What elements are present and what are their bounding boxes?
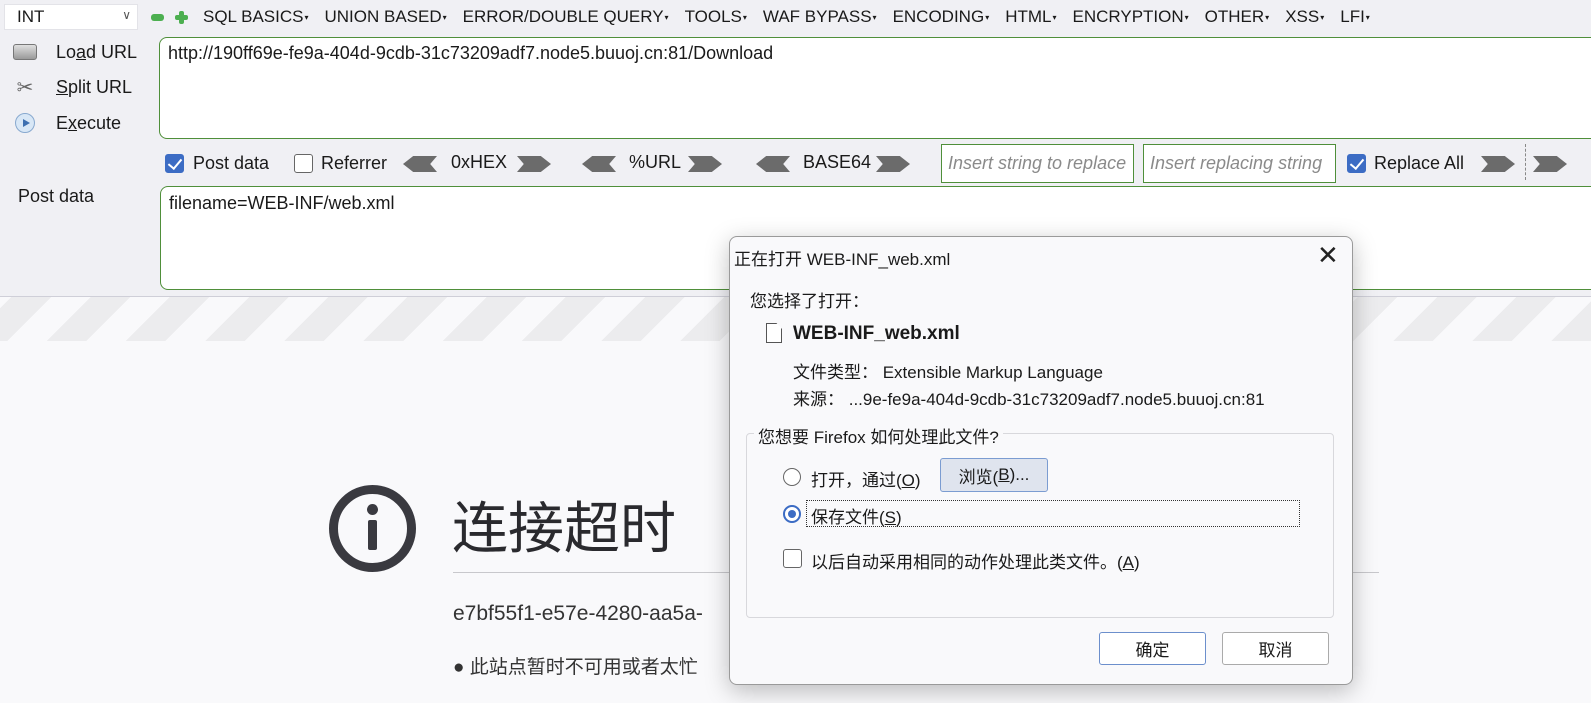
menu-waf-bypass[interactable]: WAF BYPASS▾ <box>763 7 877 27</box>
error-title: 连接超时 <box>452 497 676 560</box>
ok-button[interactable]: 确定 <box>1099 632 1206 665</box>
chevron-down-icon: ∨ <box>122 8 131 22</box>
load-url-icon <box>12 41 38 63</box>
base64-decode-arrow-icon[interactable] <box>756 156 790 172</box>
url-decode-arrow-icon[interactable] <box>582 156 616 172</box>
load-url-button[interactable]: Load URL <box>12 38 137 66</box>
hackbar-menubar: INT ∨ SQL BASICS▾ UNION BASED▾ ERROR/DOU… <box>0 0 1591 36</box>
replace-all-arrow-icon[interactable] <box>1533 156 1567 172</box>
post-data-checkbox[interactable] <box>165 154 184 173</box>
dialog-chose-label: 您选择了打开： <box>750 292 869 311</box>
base64-encode-arrow-icon[interactable] <box>876 156 910 172</box>
menu-encoding[interactable]: ENCODING▾ <box>893 7 990 27</box>
hex-encode-arrow-icon[interactable] <box>517 156 551 172</box>
menu-error-double-query[interactable]: ERROR/DOUBLE QUERY▾ <box>463 7 669 27</box>
post-data-checkbox-label: Post data <box>193 153 270 173</box>
menu-lfi[interactable]: LFI▾ <box>1340 7 1370 27</box>
file-name: WEB-INF_web.xml <box>793 323 960 344</box>
plus-icon[interactable] <box>175 11 188 24</box>
action-group-legend: 您想要 Firefox 如何处理此文件? <box>754 423 1003 448</box>
menu-union-based[interactable]: UNION BASED▾ <box>324 7 446 27</box>
cancel-button[interactable]: 取消 <box>1222 632 1329 665</box>
split-url-button[interactable]: ✂ Split URL <box>12 73 132 101</box>
hackbar-menu: SQL BASICS▾ UNION BASED▾ ERROR/DOUBLE QU… <box>203 7 1386 27</box>
minus-icon[interactable] <box>151 14 164 21</box>
play-icon <box>12 112 38 134</box>
error-bullet-item: ● 此站点暂时不可用或者太忙 <box>453 657 698 678</box>
menu-xss[interactable]: XSS▾ <box>1285 7 1324 27</box>
execute-label: Execute <box>56 112 122 133</box>
menu-tools[interactable]: TOOLS▾ <box>685 7 747 27</box>
menu-html[interactable]: HTML▾ <box>1005 7 1056 27</box>
save-file-radio[interactable] <box>783 505 801 523</box>
url-encode-arrow-icon[interactable] <box>688 156 722 172</box>
post-data-label: Post data <box>18 186 95 206</box>
replacing-string-input[interactable]: Insert replacing string <box>1143 144 1336 183</box>
load-url-label: Load URL <box>56 41 138 62</box>
close-icon[interactable]: ✕ <box>1317 242 1339 268</box>
open-with-radio[interactable] <box>783 468 801 486</box>
auto-action-checkbox[interactable] <box>783 549 802 568</box>
file-icon <box>766 323 782 343</box>
dialog-title: 正在打开 WEB-INF_web.xml <box>734 250 951 269</box>
menu-encryption[interactable]: ENCRYPTION▾ <box>1073 7 1189 27</box>
auto-action-label: 以后自动采用相同的动作处理此类文件。(A) <box>811 553 1140 572</box>
hex-decode-arrow-icon[interactable] <box>403 156 437 172</box>
info-icon <box>329 485 416 572</box>
menu-sql-basics[interactable]: SQL BASICS▾ <box>203 7 308 27</box>
scissors-icon: ✂ <box>16 76 34 99</box>
divider <box>1525 144 1526 180</box>
file-source: 来源： ...9e-fe9a-404d-9cdb-31c73209adf7.no… <box>793 390 1265 409</box>
type-select-value: INT <box>17 7 45 26</box>
error-id-text: e7bf55f1-e57e-4280-aa5a- <box>453 602 703 625</box>
browse-button[interactable]: 浏览(B)... <box>940 458 1048 492</box>
open-file-dialog: 正在打开 WEB-INF_web.xml ✕ 您选择了打开： WEB-INF_w… <box>729 236 1353 685</box>
url-label: %URL <box>629 152 682 172</box>
type-select[interactable]: INT ∨ <box>4 4 138 30</box>
options-row: Post data Referrer 0xHEX %URL BASE64 Ins… <box>165 144 1591 184</box>
execute-button[interactable]: Execute <box>12 109 121 137</box>
referrer-checkbox-label: Referrer <box>321 153 388 173</box>
replace-all-checkbox[interactable] <box>1347 154 1366 173</box>
hex-label: 0xHEX <box>451 152 508 172</box>
base64-label: BASE64 <box>803 152 872 172</box>
menu-other[interactable]: OTHER▾ <box>1205 7 1270 27</box>
split-url-label: Split URL <box>56 76 133 97</box>
replace-string-input[interactable]: Insert string to replace <box>941 144 1134 183</box>
open-with-label: 打开，通过(O) <box>811 471 921 490</box>
file-type: 文件类型： Extensible Markup Language <box>793 363 1103 382</box>
save-file-label: 保存文件(S) <box>811 508 902 527</box>
replace-all-label: Replace All <box>1374 153 1465 173</box>
url-input[interactable]: http://190ff69e-fe9a-404d-9cdb-31c73209a… <box>159 37 1591 139</box>
replace-arrow-icon[interactable] <box>1481 156 1515 172</box>
referrer-checkbox[interactable] <box>294 154 313 173</box>
